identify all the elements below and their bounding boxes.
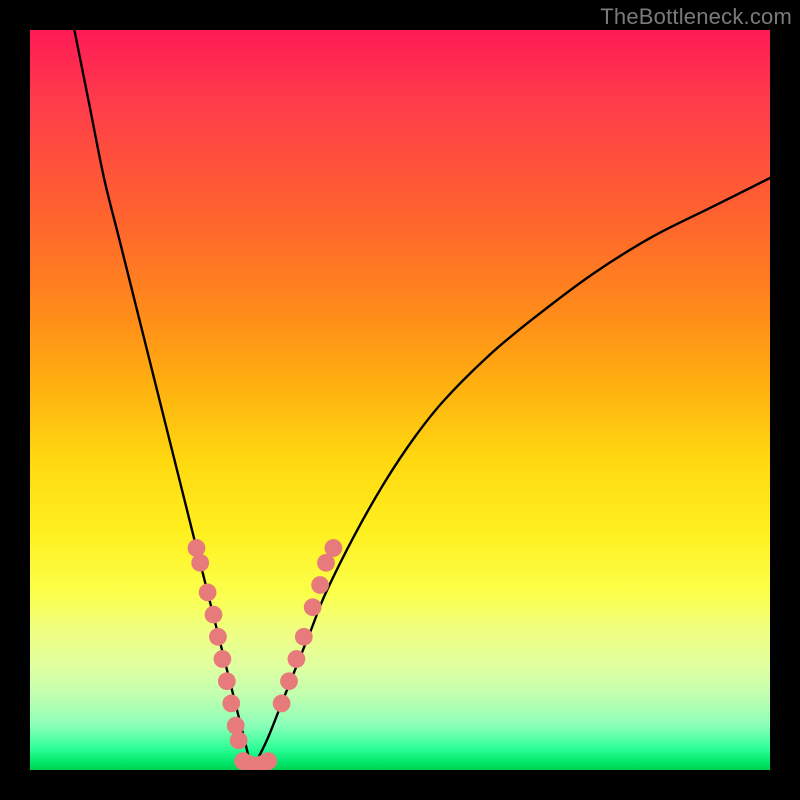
marker-dot (295, 628, 313, 646)
curve-layer (30, 30, 770, 770)
marker-dot (227, 717, 245, 735)
marker-dot (199, 584, 217, 602)
chart-frame: TheBottleneck.com (0, 0, 800, 800)
marker-dot (205, 606, 223, 624)
marker-dot (288, 650, 306, 668)
watermark-text: TheBottleneck.com (600, 4, 792, 30)
marker-dot (214, 650, 232, 668)
marker-dot (280, 672, 298, 690)
marker-dot (259, 752, 277, 770)
marker-dot (304, 598, 322, 616)
marker-dot (311, 576, 329, 594)
marker-dot (218, 672, 236, 690)
marker-dot (273, 695, 291, 713)
marker-dot (188, 539, 206, 557)
curve-right-branch (252, 178, 770, 770)
plot-area (30, 30, 770, 770)
marker-dot (191, 554, 209, 572)
marker-dot (230, 732, 248, 750)
marker-dot (209, 628, 227, 646)
marker-dot (222, 695, 240, 713)
marker-dot (325, 539, 343, 557)
